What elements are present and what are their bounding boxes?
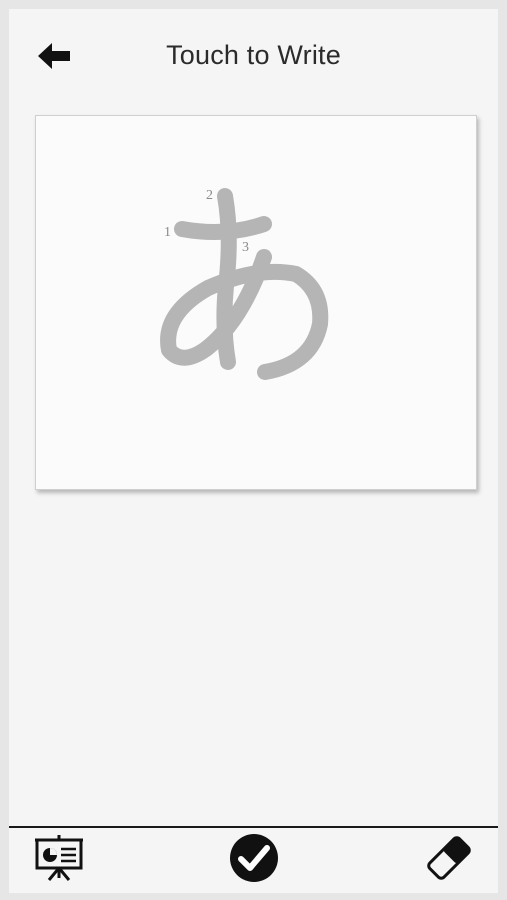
stroke-number-2: 2 bbox=[206, 188, 213, 203]
checkmark-circle-icon bbox=[230, 834, 278, 882]
stroke-number-3: 3 bbox=[242, 240, 249, 255]
app-screen: Touch to Write 1 2 3 bbox=[9, 9, 498, 893]
check-button[interactable] bbox=[228, 832, 280, 889]
bottom-toolbar bbox=[9, 826, 498, 893]
stroke-number-1: 1 bbox=[164, 225, 171, 240]
stroke-guide: 1 2 3 bbox=[160, 188, 329, 380]
header-bar: Touch to Write bbox=[9, 9, 498, 105]
guide-stroke-3 bbox=[160, 249, 329, 380]
writing-canvas[interactable]: 1 2 3 bbox=[35, 115, 477, 490]
eraser-button[interactable] bbox=[423, 832, 475, 889]
page-title: Touch to Write bbox=[166, 40, 341, 70]
eraser-icon bbox=[427, 836, 471, 880]
presentation-button[interactable] bbox=[33, 832, 85, 889]
presentation-board-icon bbox=[35, 835, 83, 881]
